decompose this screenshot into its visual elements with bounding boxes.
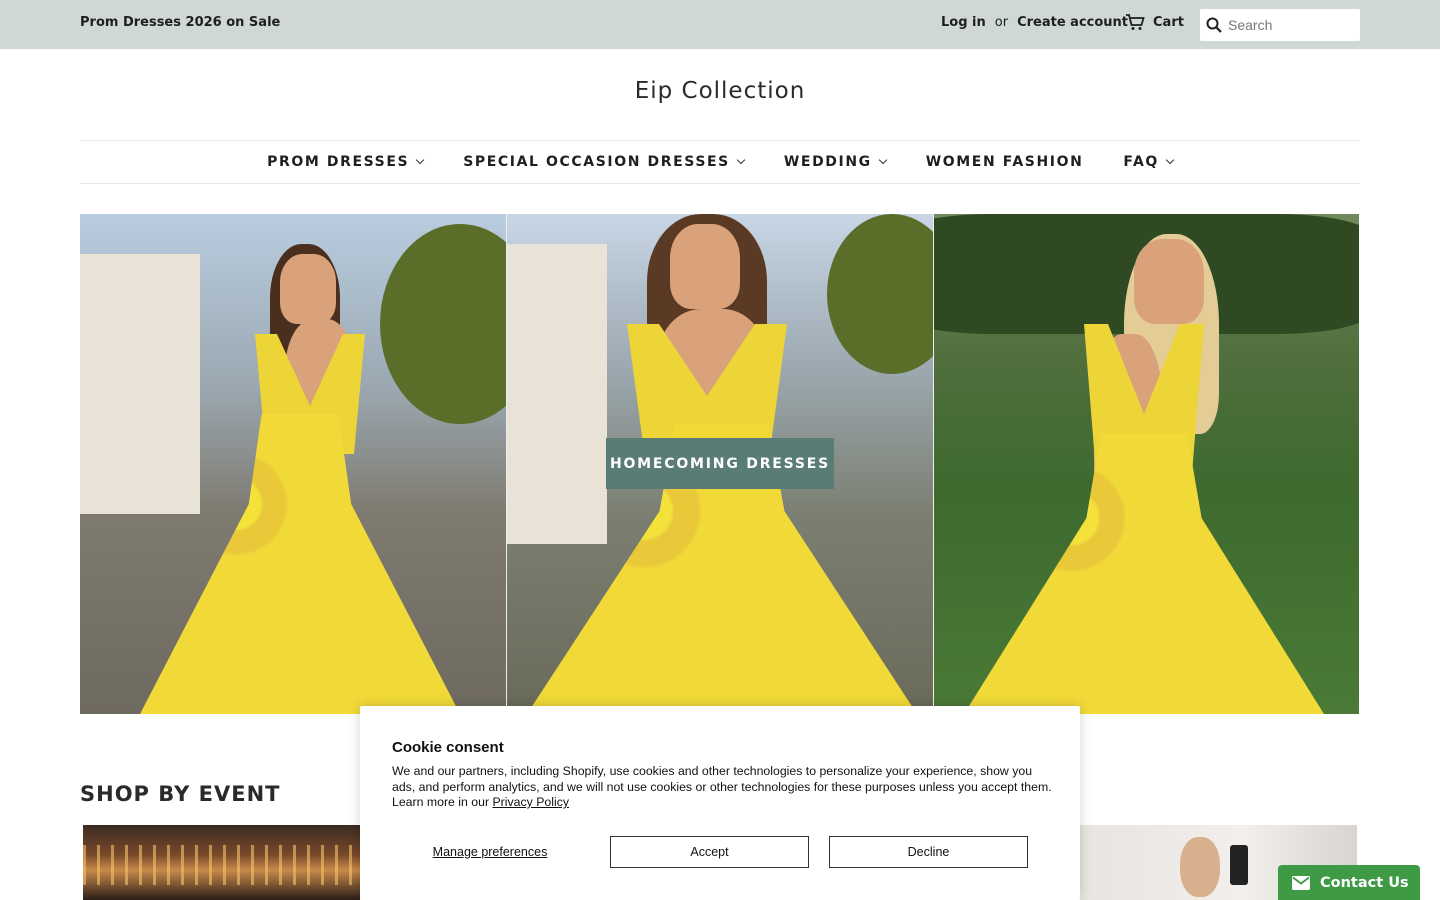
nav-item-special-occasion-dresses[interactable]: SPECIAL OCCASION DRESSES (463, 154, 746, 170)
cookie-body-text: We and our partners, including Shopify, … (392, 764, 1052, 809)
create-account-link[interactable]: Create account (1017, 15, 1128, 30)
nav-label: WEDDING (783, 154, 872, 170)
event-card-1[interactable] (83, 825, 360, 900)
nav-item-prom-dresses[interactable]: PROM DRESSES (267, 154, 425, 170)
cookie-consent-dialog: Cookie consent We and our partners, incl… (360, 706, 1080, 900)
chevron-down-icon (736, 155, 746, 165)
main-nav: PROM DRESSES SPECIAL OCCASION DRESSES WE… (80, 140, 1360, 184)
hero-photo-left (80, 214, 506, 714)
top-bar: Prom Dresses 2026 on Sale Log in or Crea… (0, 0, 1440, 49)
event-card-image (1180, 837, 1220, 897)
cart-icon (1126, 14, 1145, 30)
envelope-icon (1292, 875, 1310, 890)
nav-item-women-fashion[interactable]: WOMEN FASHION (926, 154, 1084, 170)
nav-item-faq[interactable]: FAQ (1123, 154, 1175, 170)
cart-label: Cart (1153, 14, 1184, 30)
chevron-down-icon (878, 155, 887, 165)
accept-button[interactable]: Accept (610, 836, 809, 868)
cart-link[interactable]: Cart (1125, 13, 1184, 31)
nav-label: FAQ (1123, 154, 1159, 170)
homecoming-dresses-button[interactable]: HOMECOMING DRESSES (606, 438, 834, 489)
nav-label: WOMEN FASHION (925, 154, 1084, 170)
search-input[interactable] (1228, 17, 1348, 33)
decline-button[interactable]: Decline (829, 836, 1028, 868)
or-text: or (994, 15, 1009, 30)
nav-item-wedding[interactable]: WEDDING (783, 154, 887, 170)
account-links: Log in or Create account (941, 15, 1128, 30)
search-icon[interactable] (1206, 17, 1222, 33)
event-card-phone (1230, 845, 1248, 885)
nav-label: SPECIAL OCCASION DRESSES (463, 154, 730, 170)
search-box (1200, 9, 1360, 41)
cookie-body: We and our partners, including Shopify, … (392, 764, 1052, 811)
store-logo[interactable]: Eip Collection (0, 78, 1440, 104)
login-link[interactable]: Log in (941, 15, 986, 30)
event-card-image (83, 845, 360, 885)
manage-preferences-button[interactable]: Manage preferences (410, 836, 570, 868)
promo-text: Prom Dresses 2026 on Sale (80, 15, 281, 30)
privacy-policy-link[interactable]: Privacy Policy (492, 795, 569, 809)
contact-us-button[interactable]: Contact Us (1278, 865, 1420, 900)
chevron-down-icon (415, 155, 425, 165)
contact-us-label: Contact Us (1320, 874, 1409, 891)
nav-label: PROM DRESSES (267, 154, 410, 170)
cookie-title: Cookie consent (392, 739, 504, 756)
hero-photo-right (934, 214, 1359, 714)
chevron-down-icon (1165, 155, 1175, 165)
shop-by-event-heading: SHOP BY EVENT (80, 782, 281, 806)
